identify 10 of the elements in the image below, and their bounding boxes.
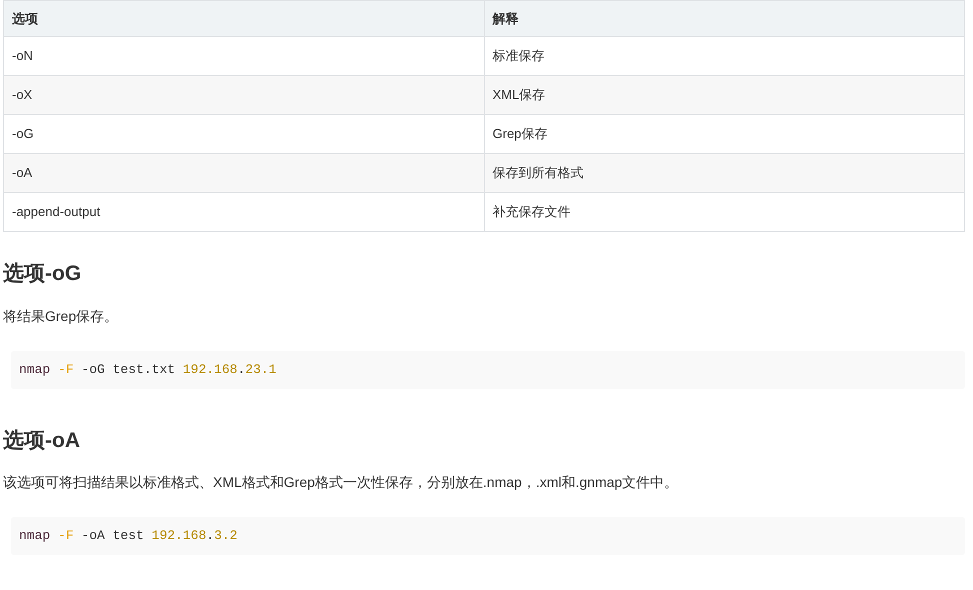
code-block: nmap -F -oG test.txt 192.168.23.1: [11, 350, 965, 388]
code-block: nmap -F -oA test 192.168.3.2: [11, 517, 965, 555]
table-cell: -append-output: [4, 192, 484, 232]
paragraph: 该选项可将扫描结果以标准格式、XML格式和Grep格式一次性保存，分别放在.nmap，.xml和.gnmap文件中。: [3, 473, 680, 492]
table-cell: 补充保存文件: [484, 192, 964, 232]
section-heading: 选项-oA: [3, 428, 81, 454]
column-header: 选项: [4, 0, 484, 36]
paragraph: 将结果Grep保存。: [3, 306, 120, 326]
column-header: 解释: [484, 0, 964, 36]
section-heading: 选项-oG: [3, 261, 82, 287]
